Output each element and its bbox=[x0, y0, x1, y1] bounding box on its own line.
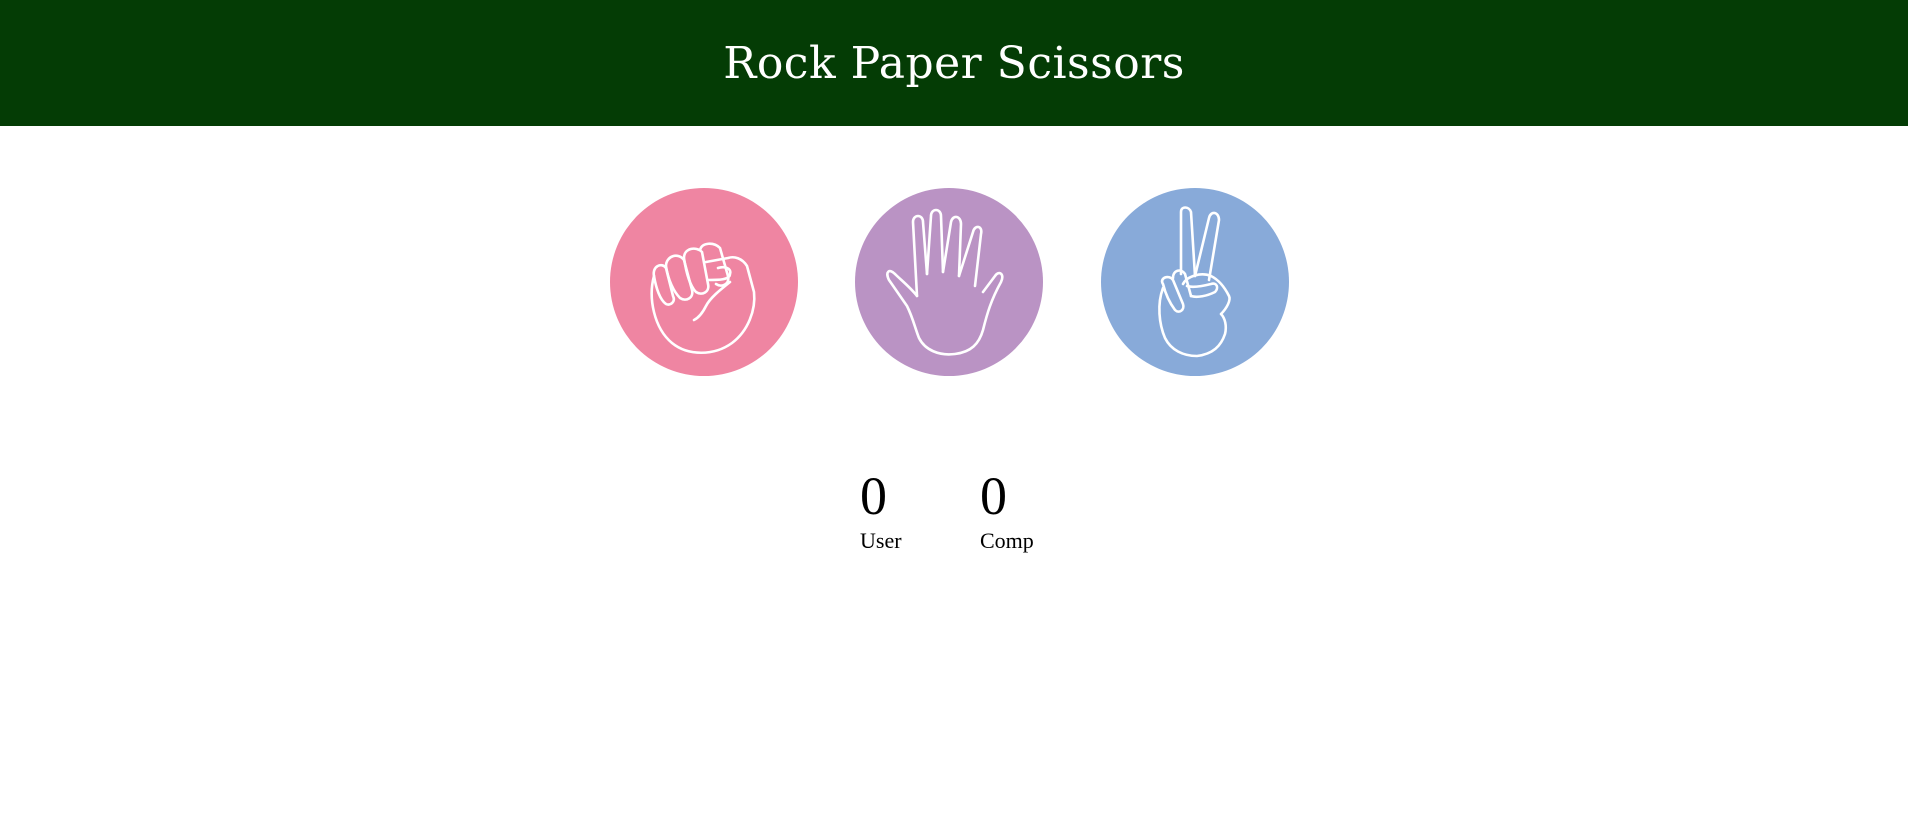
header-bar: Rock Paper Scissors bbox=[0, 0, 1908, 126]
peace-hand-icon bbox=[1101, 188, 1289, 376]
user-score-value: 0 bbox=[860, 466, 887, 526]
comp-score-label: Comp bbox=[980, 528, 1034, 553]
fist-icon bbox=[610, 188, 798, 376]
page-title: Rock Paper Scissors bbox=[723, 37, 1185, 89]
rock-button[interactable] bbox=[610, 188, 798, 376]
open-hand-icon bbox=[855, 188, 1043, 376]
comp-score-panel: 0 Comp bbox=[980, 466, 1034, 554]
scissors-button[interactable] bbox=[1101, 188, 1289, 376]
comp-score-value: 0 bbox=[980, 466, 1007, 526]
user-score-panel: 0 User bbox=[860, 466, 902, 554]
paper-button[interactable] bbox=[855, 188, 1043, 376]
user-score-label: User bbox=[860, 528, 902, 553]
